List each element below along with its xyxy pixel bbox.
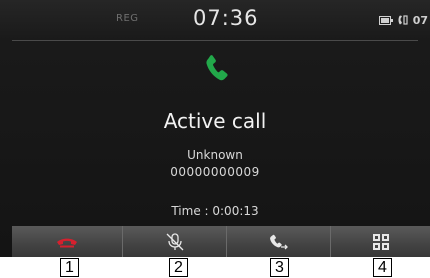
end-call-icon [57, 238, 77, 247]
mute-mic-icon [166, 232, 183, 250]
header-divider [12, 40, 418, 41]
phone-status-label: 07 [412, 13, 428, 27]
caller-number: 00000000009 [170, 165, 260, 179]
status-indicators: 07 [378, 10, 428, 30]
callout-4: 4 [373, 258, 392, 277]
status-bar: REG 07:36 07 [0, 0, 430, 40]
call-timer: Time : 0:00:13 [171, 204, 259, 218]
bluetooth-phone-icon [398, 15, 408, 25]
caller-name: Unknown [187, 148, 243, 162]
keypad-icon [372, 233, 389, 250]
band-label: REG [116, 13, 139, 24]
callout-1: 1 [60, 258, 79, 277]
call-screen: REG 07:36 07 Active call Unknown 0000000… [0, 0, 430, 257]
phone-icon [206, 55, 228, 81]
switch-to-handset-button[interactable] [226, 226, 330, 257]
switch-handset-icon [269, 234, 288, 249]
clock: 07:36 [193, 6, 259, 30]
call-status: Active call [163, 109, 267, 133]
keypad-button[interactable] [330, 226, 430, 257]
battery-icon [378, 15, 393, 25]
end-call-button[interactable] [12, 226, 122, 257]
call-toolbar [0, 226, 430, 257]
callout-2: 2 [169, 258, 188, 277]
mute-mic-button[interactable] [122, 226, 226, 257]
callout-3: 3 [270, 258, 289, 277]
